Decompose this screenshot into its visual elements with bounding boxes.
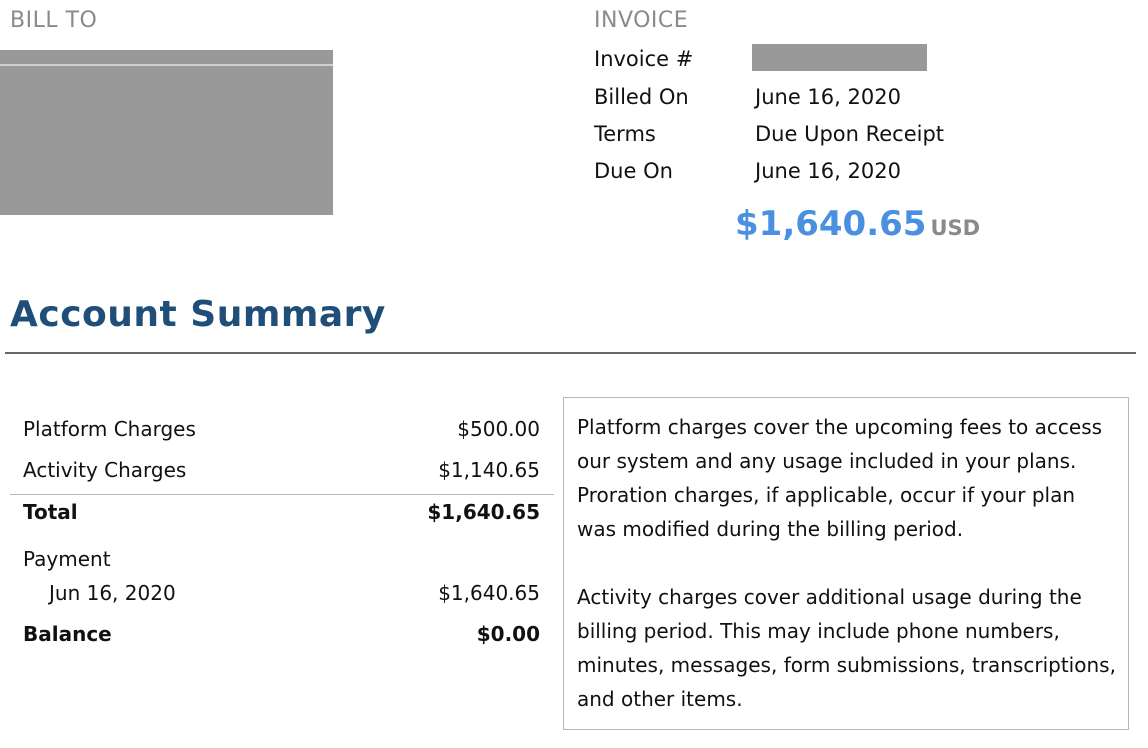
- balance-value: $0.00: [476, 622, 540, 646]
- section-divider: [5, 352, 1136, 354]
- terms-label: Terms: [594, 122, 656, 146]
- platform-charges-value: $500.00: [457, 417, 540, 441]
- redacted-bill-to-address: [0, 50, 333, 215]
- platform-charges-label: Platform Charges: [23, 417, 196, 441]
- amount-due: $1,640.65 USD: [735, 204, 980, 244]
- billed-on-label: Billed On: [594, 85, 689, 109]
- total-value: $1,640.65: [427, 500, 540, 524]
- amount-due-currency: USD: [930, 216, 981, 240]
- activity-charges-note: Activity charges cover additional usage …: [577, 585, 1116, 711]
- payment-label: Payment: [23, 547, 111, 571]
- activity-charges-value: $1,140.65: [438, 458, 540, 482]
- invoice-number-label: Invoice #: [594, 47, 694, 71]
- charges-explanation-box: Platform charges cover the upcoming fees…: [563, 397, 1129, 730]
- redaction-artifact-line: [0, 64, 333, 66]
- balance-label: Balance: [23, 622, 112, 646]
- invoice-heading: INVOICE: [594, 8, 689, 33]
- activity-charges-label: Activity Charges: [23, 458, 187, 482]
- payment-date-label: Jun 16, 2020: [49, 581, 176, 605]
- due-on-label: Due On: [594, 159, 673, 183]
- platform-charges-note: Platform charges cover the upcoming fees…: [577, 415, 1103, 541]
- total-divider: [10, 494, 554, 495]
- amount-due-value: $1,640.65: [735, 204, 927, 244]
- redacted-invoice-number: [752, 44, 927, 71]
- billed-on-value: June 16, 2020: [755, 85, 901, 109]
- payment-amount-value: $1,640.65: [438, 581, 540, 605]
- account-summary-title: Account Summary: [10, 294, 386, 335]
- total-label: Total: [23, 500, 78, 524]
- terms-value: Due Upon Receipt: [755, 122, 945, 146]
- bill-to-heading: BILL TO: [10, 8, 98, 33]
- due-on-value: June 16, 2020: [755, 159, 901, 183]
